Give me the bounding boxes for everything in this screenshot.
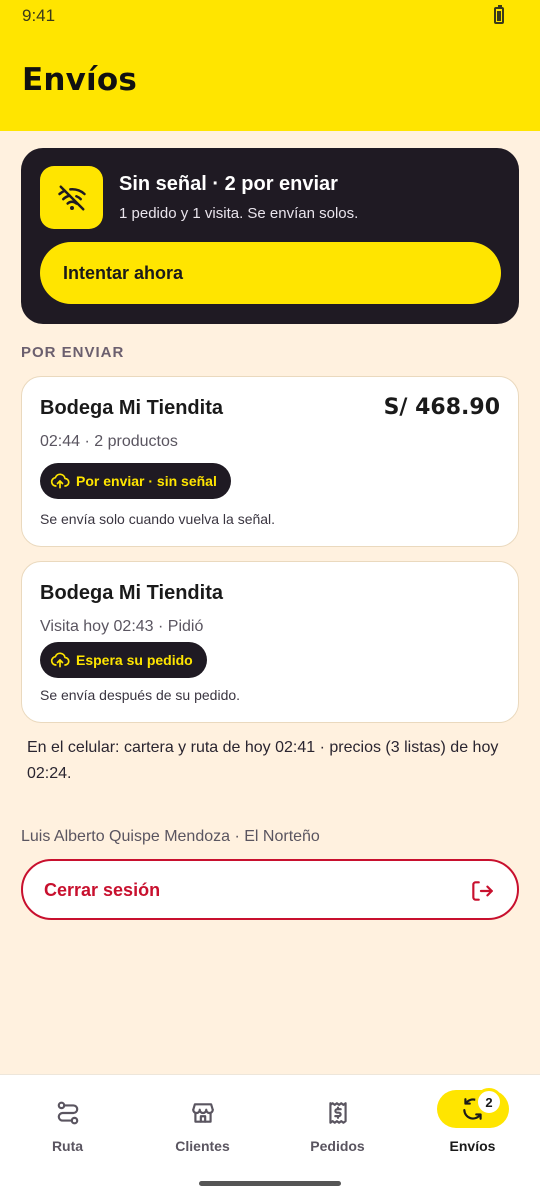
section-label-pending: POR ENVIAR (21, 344, 125, 361)
card-note: Se envía después de su pedido. (40, 687, 241, 703)
status-chip: Espera su pedido (40, 642, 207, 678)
page-title: Envíos (22, 62, 138, 98)
nav-item-envios[interactable]: Envíos (405, 1075, 540, 1175)
home-indicator[interactable] (199, 1181, 341, 1186)
card-customer-name: Bodega Mi Tiendita (40, 397, 223, 419)
nav-label: Envíos (449, 1138, 496, 1154)
cloud-upload-icon (50, 473, 70, 489)
app-header: 9:41 Envíos (0, 0, 540, 131)
pending-count-badge: 2 (475, 1088, 503, 1116)
banner-subtitle: 1 pedido y 1 visita. Se envían solos. (119, 205, 359, 222)
banner-title: Sin señal · 2 por enviar (119, 173, 338, 195)
card-amount: S/ 468.90 (383, 395, 500, 420)
status-chip-label: Espera su pedido (76, 652, 193, 668)
user-info: Luis Alberto Quispe Mendoza · El Norteño (21, 828, 320, 845)
card-note: Se envía solo cuando vuelva la señal. (40, 511, 276, 527)
nav-label: Clientes (175, 1138, 230, 1154)
pending-order-card[interactable]: Bodega Mi Tiendita S/ 468.90 02:44 · 2 p… (21, 376, 519, 547)
status-bar: 9:41 (0, 0, 540, 32)
logout-label: Cerrar sesión (44, 880, 161, 900)
card-meta: 02:44 · 2 productos (40, 433, 178, 450)
logout-button[interactable]: Cerrar sesión (21, 859, 519, 920)
nav-item-ruta[interactable]: Ruta (0, 1075, 135, 1175)
battery-icon (494, 5, 504, 24)
route-icon (46, 1093, 90, 1133)
offline-banner: Sin señal · 2 por enviar 1 pedido y 1 vi… (21, 148, 519, 324)
store-icon (181, 1093, 225, 1133)
pending-visit-card[interactable]: Bodega Mi Tiendita Visita hoy 02:43 · Pi… (21, 561, 519, 723)
retry-now-button[interactable]: Intentar ahora (40, 242, 501, 304)
nav-item-clientes[interactable]: Clientes (135, 1075, 270, 1175)
sync-info-text: En el celular: cartera y ruta de hoy 02:… (27, 739, 499, 782)
card-meta: Visita hoy 02:43 · Pidió (40, 618, 204, 635)
nav-label: Ruta (51, 1138, 84, 1154)
status-chip: Por enviar · sin señal (40, 463, 231, 499)
cloud-upload-icon (50, 652, 70, 668)
nav-item-pedidos[interactable]: Pedidos (270, 1075, 405, 1175)
logout-icon (472, 881, 493, 901)
wifi-off-icon (40, 166, 103, 229)
status-time: 9:41 (22, 6, 56, 25)
receipt-icon (316, 1093, 360, 1133)
nav-label: Pedidos (310, 1138, 365, 1154)
card-customer-name: Bodega Mi Tiendita (40, 582, 223, 604)
status-chip-label: Por enviar · sin señal (76, 473, 217, 489)
